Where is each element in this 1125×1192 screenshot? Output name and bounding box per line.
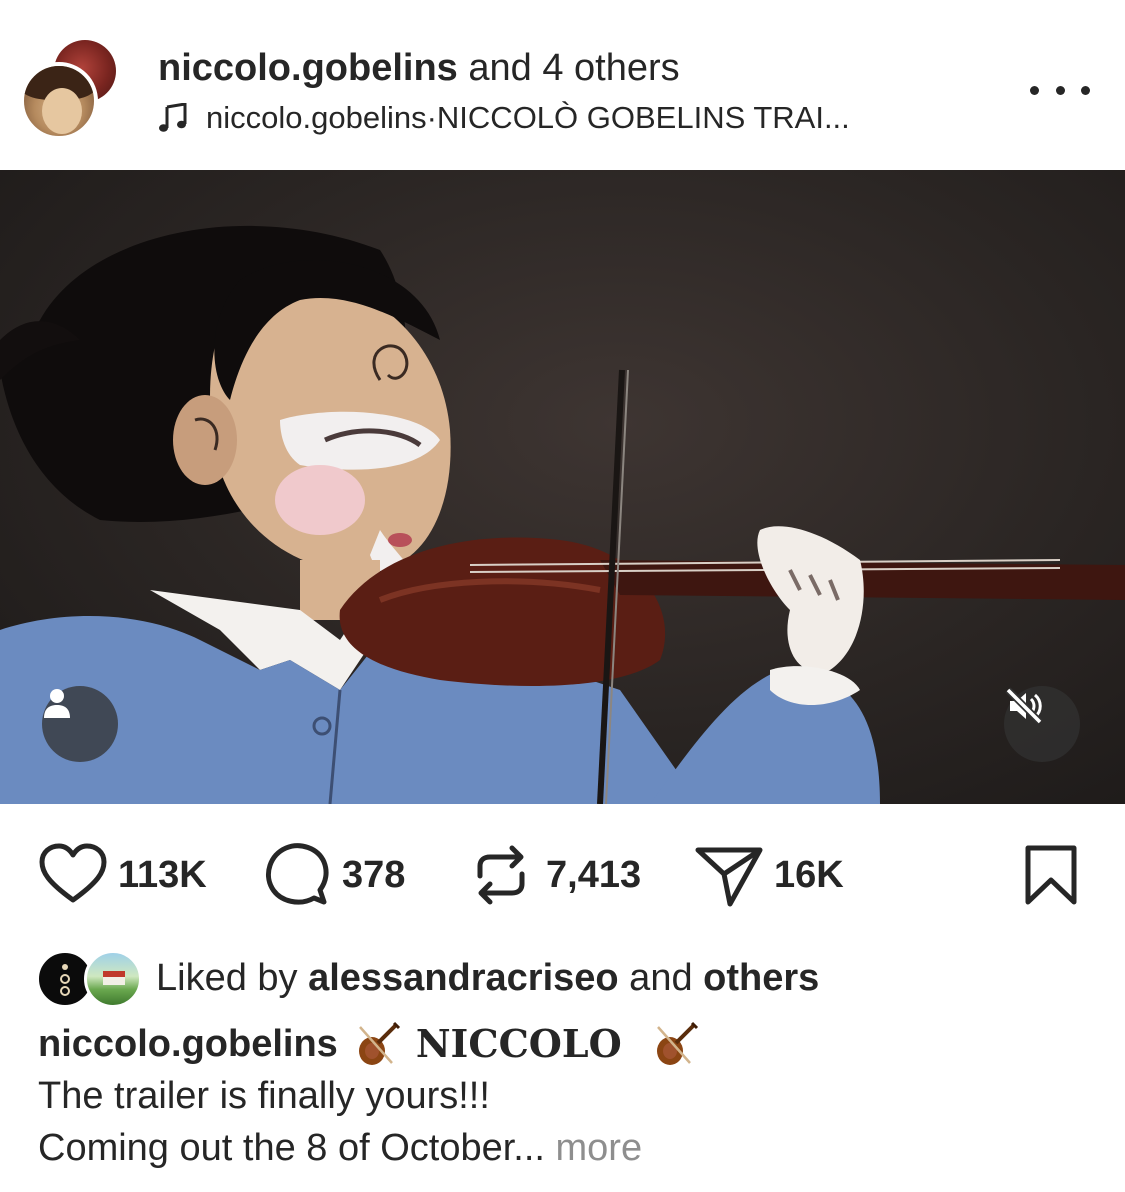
dot-icon	[1030, 85, 1039, 95]
violin-emoji-icon	[656, 1021, 698, 1065]
like-count[interactable]: 113K	[118, 854, 207, 897]
liked-by-text: Liked by alessandracriseo and others	[156, 957, 819, 1000]
person-icon	[44, 689, 70, 718]
caption-line-1: niccolo.gobelins NICCOLO	[38, 1018, 1098, 1070]
liked-by-row[interactable]: Liked by alessandracriseo and others	[36, 950, 819, 1008]
bookmark-icon[interactable]	[1018, 842, 1084, 908]
repost-button[interactable]: 7,413	[466, 830, 641, 920]
more-options-button[interactable]	[1030, 80, 1090, 100]
caption-text: Coming out the 8 of October...	[38, 1127, 545, 1169]
repost-icon	[477, 845, 525, 905]
post-header: niccolo.gobelins and 4 others niccolo.go…	[0, 0, 1125, 170]
author-avatar[interactable]	[20, 62, 98, 140]
liked-by-others[interactable]: others	[703, 957, 819, 999]
speaker-muted-icon	[1005, 687, 1043, 725]
collab-avatars[interactable]	[20, 40, 120, 140]
liker-avatars[interactable]	[36, 950, 150, 1008]
share-count[interactable]: 16K	[774, 854, 844, 897]
dot-icon	[1081, 85, 1090, 95]
send-icon	[695, 847, 763, 907]
liked-by-prefix: Liked by	[156, 956, 309, 999]
audio-separator: ·	[426, 100, 437, 135]
post-caption: niccolo.gobelins NICCOLO The trailer is …	[38, 1018, 1098, 1174]
action-bar: 113K 378 7,413 16K	[0, 830, 1125, 920]
share-button[interactable]: 16K	[694, 830, 844, 920]
audio-artist: niccolo.gobelins	[206, 100, 427, 135]
audio-title: NICCOLÒ GOBELINS TRAI...	[436, 100, 850, 135]
post-card: niccolo.gobelins and 4 others niccolo.go…	[0, 0, 1125, 1192]
music-note-icon	[159, 103, 187, 132]
collab-suffix[interactable]: and 4 others	[458, 47, 679, 89]
post-video[interactable]	[0, 170, 1125, 804]
video-frame-illustration	[0, 225, 1125, 804]
comment-button[interactable]: 378	[262, 830, 405, 920]
post-authors[interactable]: niccolo.gobelins and 4 others	[158, 46, 680, 90]
comment-count[interactable]: 378	[342, 854, 405, 897]
repost-count[interactable]: 7,413	[546, 854, 641, 897]
caption-line-3: Coming out the 8 of October... more	[38, 1122, 1098, 1174]
violin-emoji-icon	[358, 1021, 400, 1065]
mute-toggle-button[interactable]	[1004, 686, 1080, 762]
dot-icon	[1055, 85, 1065, 95]
caption-username[interactable]: niccolo.gobelins	[38, 1018, 338, 1070]
caption-more-link[interactable]: more	[545, 1122, 643, 1174]
liker-avatar[interactable]	[84, 950, 142, 1008]
liked-by-username[interactable]: alessandracriseo	[308, 957, 619, 999]
caption-styled-title: NICCOLO	[415, 1021, 622, 1066]
audio-attribution[interactable]: niccolo.gobelins · NICCOLÒ GOBELINS TRAI…	[158, 98, 850, 138]
like-button[interactable]: 113K	[38, 830, 207, 920]
heart-icon	[39, 843, 107, 903]
caption-line-2: The trailer is finally yours!!!	[38, 1075, 490, 1117]
liked-by-conjunction: and	[618, 956, 704, 999]
tagged-users-button[interactable]	[42, 686, 118, 762]
author-username[interactable]: niccolo.gobelins	[158, 47, 458, 89]
comment-bubble-icon	[266, 843, 329, 905]
